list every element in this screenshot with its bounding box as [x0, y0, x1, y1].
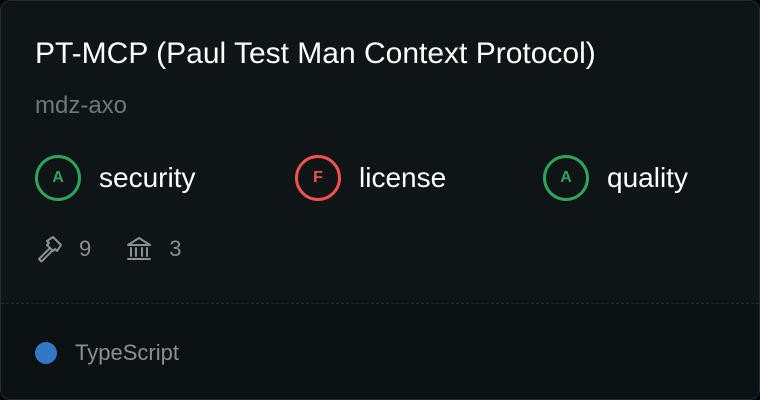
language-name: TypeScript [75, 340, 179, 365]
score-quality: A quality [543, 155, 688, 201]
tools-count: 9 [79, 236, 92, 261]
tools-stat: 9 [35, 235, 91, 263]
server-owner: mdz-axo [35, 92, 128, 119]
hammer-icon [35, 235, 63, 263]
resources-stat: 3 [125, 235, 182, 263]
stats-row: 9 3 [35, 233, 182, 265]
security-grade-badge: A [35, 155, 81, 201]
card-footer: TypeScript [1, 303, 759, 399]
score-license: F license [295, 155, 447, 201]
license-label: license [359, 162, 447, 193]
license-grade-badge: F [295, 155, 341, 201]
mcp-server-card[interactable]: PT-MCP (Paul Test Man Context Protocol) … [0, 0, 760, 400]
quality-grade-badge: A [543, 155, 589, 201]
security-label: security [99, 162, 196, 193]
language-indicator: TypeScript [35, 340, 179, 366]
server-title: PT-MCP (Paul Test Man Context Protocol) [35, 37, 596, 70]
quality-label: quality [607, 162, 688, 193]
score-security: A security [35, 155, 196, 201]
language-color-dot [35, 342, 57, 364]
bank-icon [125, 235, 153, 263]
resources-count: 3 [169, 236, 182, 261]
